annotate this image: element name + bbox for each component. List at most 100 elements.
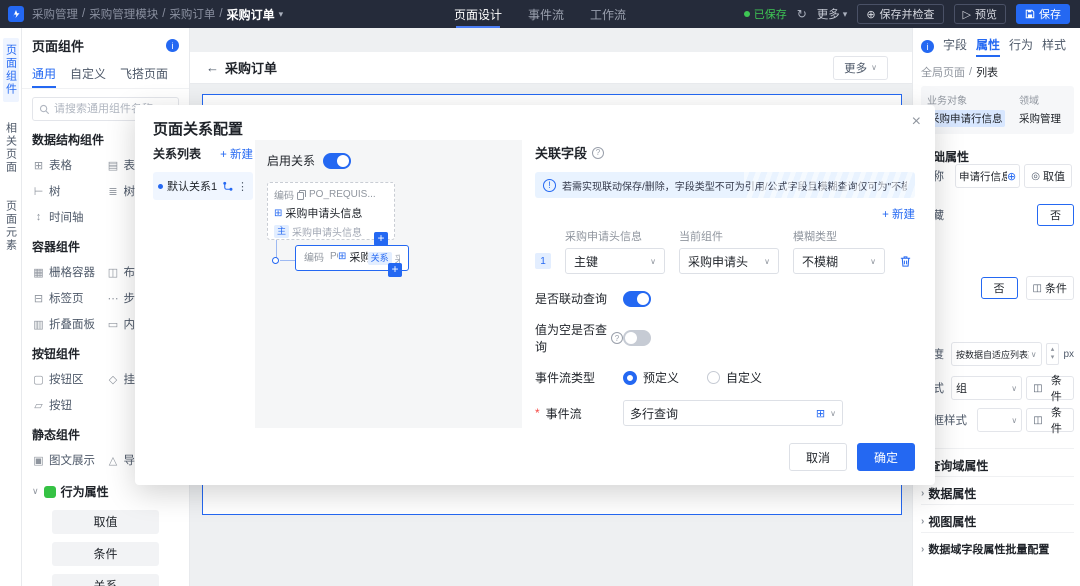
section-basic-properties[interactable]: 基础属性 bbox=[921, 140, 1074, 165]
enable-relation-label: 启用关系 bbox=[267, 152, 315, 169]
empty-query-toggle[interactable] bbox=[623, 330, 651, 346]
flow-icon[interactable]: ⊞ bbox=[816, 407, 825, 420]
style-condition-button[interactable]: ◫ 条件 bbox=[1026, 376, 1074, 400]
component-item-tree[interactable]: ⊢树 bbox=[32, 180, 105, 202]
strip-tab-page-components[interactable]: 页面组件 bbox=[3, 38, 19, 102]
tab-behavior[interactable]: 行为 bbox=[1009, 36, 1033, 57]
tab-page-design[interactable]: 页面设计 bbox=[454, 0, 502, 28]
domain-value: 采购管理 bbox=[1019, 111, 1068, 126]
close-icon[interactable]: × bbox=[912, 113, 921, 131]
form-icon: ▤ bbox=[107, 159, 120, 172]
preview-button[interactable]: ▷ 预览 bbox=[954, 4, 1006, 24]
breadcrumb-item[interactable]: 采购管理模块 bbox=[89, 6, 158, 22]
tab-event-flow[interactable]: 事件流 bbox=[528, 0, 564, 28]
enable-relation-toggle[interactable] bbox=[323, 153, 351, 169]
relation-list-item[interactable]: 默认关系1 ⋮ bbox=[153, 172, 253, 200]
more-menu[interactable]: 更多 ▾ bbox=[817, 6, 848, 22]
step-down-icon[interactable]: ▾ bbox=[1051, 354, 1055, 362]
branch-icon[interactable] bbox=[222, 181, 233, 192]
breadcrumb-item[interactable]: 采购管理 bbox=[32, 6, 78, 22]
help-icon[interactable]: ? bbox=[611, 332, 623, 344]
add-node-button[interactable]: + bbox=[388, 263, 402, 277]
more-vert-icon[interactable]: ⋮ bbox=[237, 180, 248, 193]
linked-query-toggle[interactable] bbox=[623, 291, 651, 307]
new-field-button[interactable]: + 新建 bbox=[882, 209, 915, 221]
chevron-down-icon[interactable]: ▾ bbox=[279, 9, 284, 20]
breadcrumb-item[interactable]: 全局页面 bbox=[921, 64, 965, 80]
collapse-icon: ▥ bbox=[32, 318, 45, 331]
condition-button[interactable]: ◫ 条件 bbox=[1026, 276, 1074, 300]
chevron-down-icon: ∨ bbox=[1011, 384, 1017, 393]
info-icon[interactable]: i bbox=[166, 39, 179, 52]
radio-predefined[interactable]: 预定义 bbox=[623, 369, 679, 386]
fuzzy-type-select[interactable]: 不模糊 ∨ bbox=[793, 248, 885, 274]
tab-custom[interactable]: 自定义 bbox=[70, 61, 106, 88]
behavior-item-relation[interactable]: 关系 bbox=[52, 574, 159, 586]
linked-fields-title: 关联字段 bbox=[535, 143, 587, 162]
component-item-grid-container[interactable]: ▦栅格容器 bbox=[32, 261, 105, 283]
section-data-properties[interactable]: › 数据属性 bbox=[921, 476, 1074, 502]
tab-feida-page[interactable]: 飞搭页面 bbox=[120, 61, 168, 88]
back-button[interactable]: ← 采购订单 bbox=[206, 58, 277, 77]
hide-value-button[interactable]: 否 bbox=[1037, 204, 1074, 226]
info-icon[interactable]: i bbox=[921, 40, 934, 53]
section-query-domain[interactable]: › 查询域属性 bbox=[921, 448, 1074, 474]
style-row: 样式 组 ∨ ◫ 条件 bbox=[921, 376, 1074, 400]
tree-view-icon: ≣ bbox=[107, 185, 120, 198]
chevron-down-icon[interactable]: ∨ bbox=[830, 409, 836, 418]
connector-line bbox=[280, 260, 295, 261]
get-value-button[interactable]: ◎ 取值 bbox=[1024, 164, 1072, 188]
field-select[interactable]: 主键 ∨ bbox=[565, 248, 665, 274]
component-item-collapse[interactable]: ▥折叠面板 bbox=[32, 313, 105, 335]
condition-value-button[interactable]: 否 bbox=[981, 277, 1018, 299]
copy-icon[interactable] bbox=[297, 190, 306, 200]
behavior-item-condition[interactable]: 条件 bbox=[52, 542, 159, 566]
height-stepper[interactable]: ▴ ▾ bbox=[1046, 343, 1060, 365]
tab-properties[interactable]: 属性 bbox=[976, 36, 1000, 57]
node-header-object[interactable]: 编码 PO_REQUIS... ⊞ 采购申请头信息 主 采购申请头信息 + bbox=[267, 182, 395, 240]
tab-style[interactable]: 样式 bbox=[1042, 36, 1066, 57]
save-check-button[interactable]: ⊕ 保存并检查 bbox=[857, 4, 943, 24]
breadcrumb-separator: / bbox=[219, 8, 222, 20]
breadcrumb-item[interactable]: 采购订单 bbox=[169, 6, 215, 22]
tab-fields[interactable]: 字段 bbox=[943, 36, 967, 57]
border-condition-button[interactable]: ◫ 条件 bbox=[1026, 408, 1074, 432]
delete-row-icon[interactable] bbox=[899, 255, 912, 268]
object-value[interactable]: 采购申请行信息 bbox=[927, 110, 1005, 127]
breadcrumb-current[interactable]: 采购订单 bbox=[227, 6, 275, 23]
component-item-image-text[interactable]: ▣图文展示 bbox=[32, 449, 105, 471]
component-select[interactable]: 采购申请头 ∨ bbox=[679, 248, 779, 274]
app-logo[interactable] bbox=[8, 6, 24, 22]
component-item-tabs[interactable]: ⊟标签页 bbox=[32, 287, 105, 309]
strip-tab-page-elements[interactable]: 页面元素 bbox=[3, 194, 19, 258]
component-item-button[interactable]: ▱按钮 bbox=[32, 394, 105, 416]
style-select[interactable]: 组 ∨ bbox=[951, 376, 1022, 400]
step-up-icon[interactable]: ▴ bbox=[1051, 346, 1055, 354]
save-button[interactable]: 保存 bbox=[1016, 4, 1070, 24]
strip-tab-related-pages[interactable]: 相关页面 bbox=[3, 116, 19, 180]
name-input[interactable] bbox=[959, 170, 1007, 182]
tab-general[interactable]: 通用 bbox=[32, 61, 56, 88]
tab-workflow[interactable]: 工作流 bbox=[590, 0, 626, 28]
confirm-button[interactable]: 确定 bbox=[857, 443, 915, 471]
node-line-object[interactable]: 编码 PO_REQUIS... ⊞ 采购申请行信息 关系 采购申请行信息 + bbox=[295, 245, 409, 271]
radio-custom[interactable]: 自定义 bbox=[707, 369, 762, 386]
add-node-button[interactable]: + bbox=[374, 232, 388, 246]
business-object-box: 业务对象 领域 采购申请行信息 采购管理 bbox=[921, 86, 1074, 134]
bind-icon[interactable]: ⊕ bbox=[1007, 170, 1016, 183]
canvas-more-button[interactable]: 更多 ∨ bbox=[833, 56, 888, 80]
refresh-icon[interactable]: ↻ bbox=[797, 7, 807, 21]
event-flow-input[interactable]: 多行查询 ⊞ ∨ bbox=[623, 400, 843, 426]
section-field-batch-config[interactable]: › 数据域字段属性批量配置 bbox=[921, 532, 1074, 557]
component-item-button-area[interactable]: ▢按钮区 bbox=[32, 368, 105, 390]
cancel-button[interactable]: 取消 bbox=[789, 443, 847, 471]
component-item-timeline[interactable]: ↕时间轴 bbox=[32, 206, 105, 228]
section-view-properties[interactable]: › 视图属性 bbox=[921, 504, 1074, 530]
component-item-table[interactable]: ⊞表格 bbox=[32, 154, 105, 176]
help-icon[interactable]: ? bbox=[592, 147, 604, 159]
new-relation-button[interactable]: + 新建 bbox=[220, 146, 253, 162]
height-select[interactable]: 按数据自适应列表高度 ∨ bbox=[951, 342, 1042, 366]
border-style-row: 边框样式 ∨ ◫ 条件 bbox=[921, 408, 1074, 432]
border-style-select[interactable]: ∨ bbox=[977, 408, 1022, 432]
behavior-item-get-value[interactable]: 取值 bbox=[52, 510, 159, 534]
